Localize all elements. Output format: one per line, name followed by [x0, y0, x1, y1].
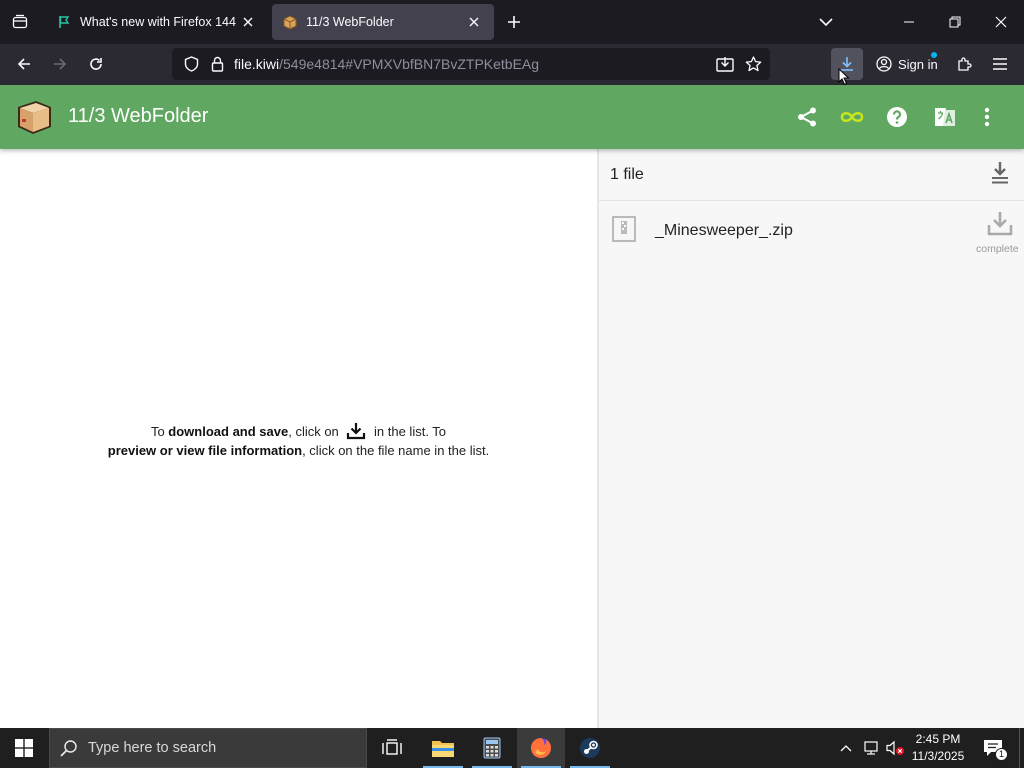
- clock-date: 11/3/2025: [911, 749, 965, 763]
- network-icon[interactable]: [860, 728, 882, 768]
- restore-icon[interactable]: [932, 0, 978, 44]
- app-header: 11/3 WebFolder: [0, 85, 1024, 149]
- instructions-line-2: preview or view file information, click …: [40, 441, 557, 460]
- tab-webfolder[interactable]: 11/3 WebFolder: [272, 4, 494, 40]
- search-placeholder: Type here to search: [88, 740, 217, 756]
- infinity-icon[interactable]: [836, 101, 868, 133]
- shield-tracking-protection-icon[interactable]: [178, 48, 204, 80]
- hamburger-menu-icon[interactable]: [984, 48, 1016, 80]
- download-tray-icon: [346, 422, 366, 440]
- windows-start-icon[interactable]: [0, 728, 48, 768]
- file-name[interactable]: _Minesweeper_.zip: [655, 222, 793, 240]
- hint-text: in the list. To: [370, 424, 447, 439]
- notification-center-icon[interactable]: 1: [978, 728, 1008, 768]
- instructions-line-1: To download and save, click on in the li…: [40, 422, 557, 441]
- back-arrow-icon[interactable]: [8, 48, 40, 80]
- steam-icon[interactable]: [566, 728, 614, 768]
- show-hidden-icons-chevron-icon[interactable]: [836, 728, 856, 768]
- download-file-icon[interactable]: [983, 211, 1017, 241]
- help-question-icon[interactable]: [881, 101, 913, 133]
- lock-icon[interactable]: [204, 48, 230, 80]
- download-all-icon[interactable]: [988, 159, 1012, 187]
- taskbar-search-box[interactable]: Type here to search: [49, 728, 367, 768]
- close-tab-icon[interactable]: [238, 12, 258, 32]
- calculator-icon[interactable]: [468, 728, 516, 768]
- notification-dot-icon: [931, 52, 937, 58]
- system-clock[interactable]: 2:45 PM 11/3/2025: [904, 731, 972, 765]
- close-window-icon[interactable]: [978, 0, 1024, 44]
- task-view-icon[interactable]: [368, 728, 416, 768]
- forward-arrow-icon[interactable]: [44, 48, 76, 80]
- hint-text: To: [150, 424, 169, 439]
- zip-file-icon: [612, 216, 636, 242]
- translate-icon[interactable]: [929, 101, 961, 133]
- firefox-icon[interactable]: [517, 728, 565, 768]
- file-row[interactable]: _Minesweeper_.zip complete: [599, 201, 1024, 259]
- show-desktop-button[interactable]: [1019, 728, 1024, 768]
- navigation-toolbar: file.kiwi/549e4814#VPMXVbfBN7BvZTPKetbEA…: [0, 44, 1024, 86]
- minimize-icon[interactable]: [886, 0, 932, 44]
- close-tab-icon[interactable]: [464, 12, 484, 32]
- new-tab-plus-icon[interactable]: [502, 10, 526, 34]
- url-text: file.kiwi/549e4814#VPMXVbfBN7BvZTPKetbEA…: [234, 56, 539, 72]
- hint-text: , click on the file name in the list.: [302, 443, 490, 458]
- app-title: 11/3 WebFolder: [68, 105, 209, 127]
- download-status: complete: [976, 243, 1019, 255]
- list-all-tabs-chevron-icon[interactable]: [814, 10, 838, 34]
- search-icon: [60, 739, 78, 757]
- mouse-cursor-icon: [838, 68, 850, 86]
- tab-title: 11/3 WebFolder: [306, 15, 394, 29]
- url-bar[interactable]: file.kiwi/549e4814#VPMXVbfBN7BvZTPKetbEA…: [172, 48, 770, 80]
- volume-muted-icon[interactable]: [884, 728, 906, 768]
- file-list-pane: 1 file _Minesweeper_.zip complete: [599, 149, 1024, 728]
- more-vertical-dots-icon[interactable]: [971, 101, 1003, 133]
- tab-title: What's new with Firefox 144: [80, 15, 236, 29]
- bookmark-star-icon[interactable]: [740, 48, 766, 80]
- url-host: file.kiwi: [234, 56, 280, 72]
- save-to-pocket-download-icon[interactable]: [712, 48, 738, 80]
- tab-whats-new[interactable]: What's new with Firefox 144: [46, 4, 268, 40]
- tab-manager-icon[interactable]: [4, 6, 36, 38]
- hint-text: , click on: [288, 424, 343, 439]
- hint-bold-text: download and save: [168, 424, 289, 439]
- file-count: 1 file: [610, 166, 644, 183]
- package-box-logo-icon: [14, 97, 54, 137]
- preview-pane: To download and save, click on in the li…: [0, 149, 597, 728]
- windows-taskbar: Type here to search 2:45 PM 11/3/2025 1: [0, 728, 1024, 768]
- flag-icon: [56, 14, 72, 30]
- package-favicon-icon: [282, 14, 298, 30]
- sign-in-label: Sign in: [898, 56, 938, 72]
- reload-icon[interactable]: [80, 48, 112, 80]
- url-path: /549e4814#VPMXVbfBN7BvZTPKetbEAg: [279, 56, 540, 72]
- hint-bold-text: preview or view file information: [107, 443, 303, 458]
- file-explorer-folder-icon[interactable]: [419, 728, 467, 768]
- tab-strip: What's new with Firefox 144 11/3 WebFold…: [0, 0, 1024, 44]
- notification-count-badge: 1: [995, 748, 1008, 761]
- sign-in-button[interactable]: Sign in: [869, 48, 943, 80]
- account-avatar-icon: [876, 56, 892, 72]
- extensions-puzzle-icon[interactable]: [948, 48, 980, 80]
- share-icon[interactable]: [791, 101, 823, 133]
- clock-time: 2:45 PM: [915, 732, 961, 746]
